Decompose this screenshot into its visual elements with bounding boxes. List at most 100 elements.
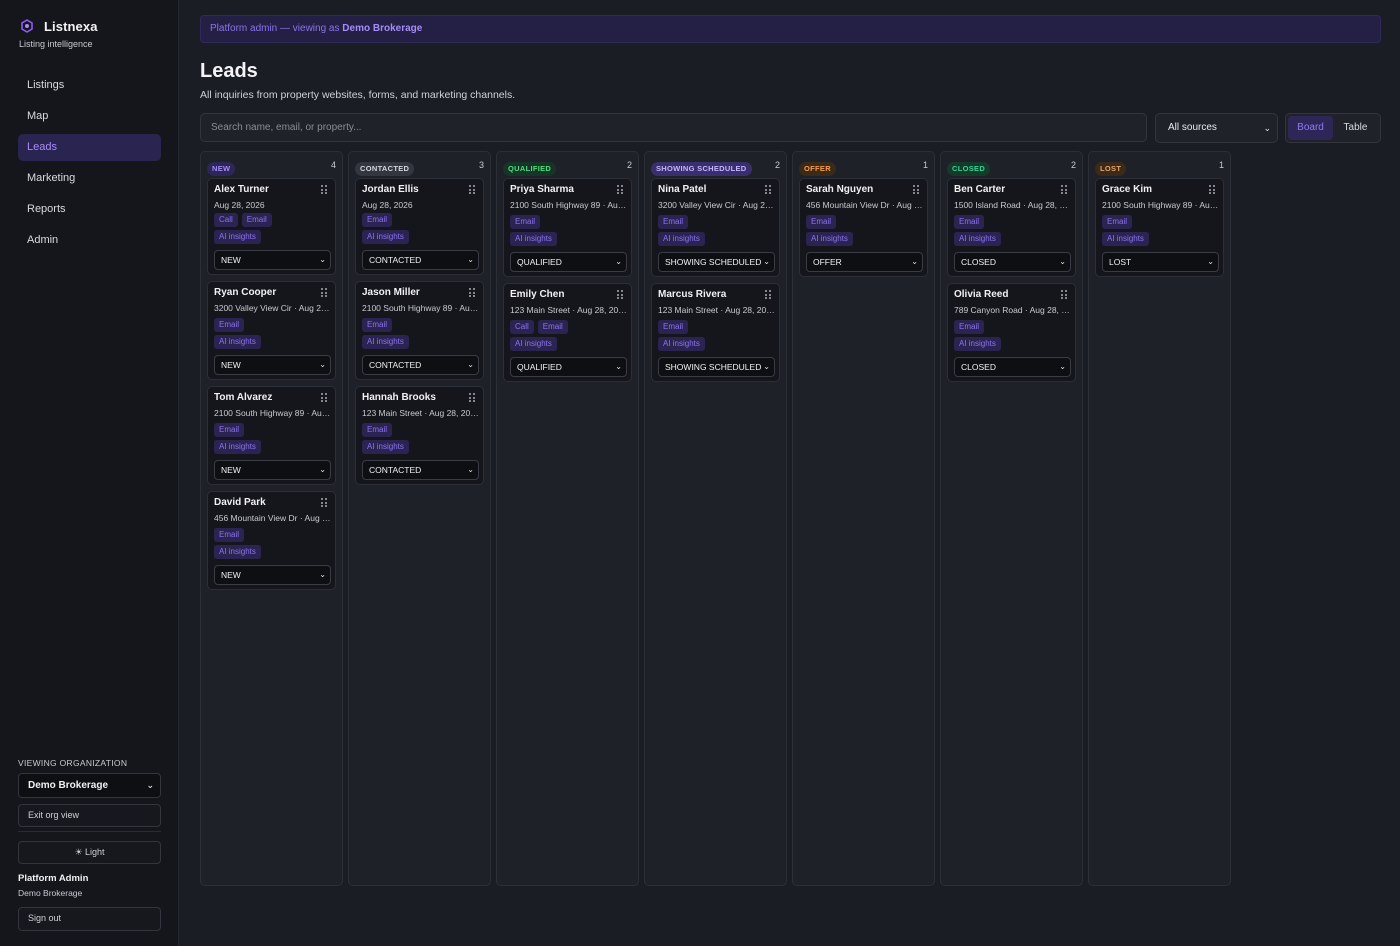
channel-tags: Email	[362, 213, 393, 227]
table-view-button[interactable]: Table	[1333, 116, 1378, 140]
drag-handle-icon[interactable]	[321, 288, 327, 297]
theme-toggle-button[interactable]: ☀ Light	[18, 841, 161, 864]
insight-tags: AI insights	[362, 230, 409, 244]
sign-out-button[interactable]: Sign out	[18, 907, 161, 931]
chevron-down-icon: ⌄	[615, 257, 622, 266]
ai-insights-tag[interactable]: AI insights	[362, 440, 409, 454]
lead-card[interactable]: Priya Sharma 2100 South Highway 89 · Aug …	[503, 178, 632, 277]
lead-card[interactable]: Ryan Cooper 3200 Valley View Cir · Aug 28…	[207, 281, 336, 380]
drag-handle-icon[interactable]	[617, 290, 623, 299]
stage-select[interactable]: LOST ⌄	[1102, 252, 1219, 272]
page-subtitle: All inquiries from property websites, fo…	[200, 89, 516, 101]
lead-meta: 123 Main Street · Aug 28, 2026	[658, 305, 775, 315]
drag-handle-icon[interactable]	[469, 288, 475, 297]
chevron-down-icon: ⌄	[615, 362, 622, 371]
ai-insights-tag[interactable]: AI insights	[214, 440, 261, 454]
drag-handle-icon[interactable]	[1061, 185, 1067, 194]
lead-card[interactable]: Emily Chen 123 Main Street · Aug 28, 2026…	[503, 283, 632, 382]
source-filter-select[interactable]: All sources ⌄	[1155, 113, 1278, 143]
sidebar-item-leads[interactable]: Leads	[18, 134, 161, 161]
insight-tags: AI insights	[214, 335, 261, 349]
lead-card[interactable]: David Park 456 Mountain View Dr · Aug 28,…	[207, 491, 336, 590]
drag-handle-icon[interactable]	[1209, 185, 1215, 194]
channel-tags: Email	[658, 215, 689, 229]
stage-select[interactable]: NEW ⌄	[214, 460, 331, 480]
channel-tag-email: Email	[214, 528, 245, 542]
stage-select[interactable]: SHOWING SCHEDULED ⌄	[658, 252, 775, 272]
ai-insights-tag[interactable]: AI insights	[214, 230, 261, 244]
org-select[interactable]: Demo Brokerage ⌄	[18, 773, 161, 798]
ai-insights-tag[interactable]: AI insights	[658, 232, 705, 246]
ai-insights-tag[interactable]: AI insights	[806, 232, 853, 246]
stage-select[interactable]: NEW ⌄	[214, 250, 331, 270]
stage-select-value: CONTACTED	[369, 360, 422, 370]
ai-insights-tag[interactable]: AI insights	[954, 232, 1001, 246]
stage-select[interactable]: CLOSED ⌄	[954, 252, 1071, 272]
sidebar-item-map[interactable]: Map	[18, 103, 161, 130]
sidebar-item-reports[interactable]: Reports	[18, 196, 161, 223]
lead-card[interactable]: Ben Carter 1500 Island Road · Aug 28, 202…	[947, 178, 1076, 277]
stage-select[interactable]: SHOWING SCHEDULED ⌄	[658, 357, 775, 377]
sidebar-item-admin[interactable]: Admin	[18, 227, 161, 254]
stage-select[interactable]: OFFER ⌄	[806, 252, 923, 272]
column-title: CONTACTED	[355, 162, 415, 176]
chevron-down-icon: ⌄	[319, 255, 326, 264]
drag-handle-icon[interactable]	[1061, 290, 1067, 299]
stage-select[interactable]: NEW ⌄	[214, 565, 331, 585]
lead-meta: 1500 Island Road · Aug 28, 2026	[954, 200, 1071, 210]
lead-card[interactable]: Alex Turner Aug 28, 2026 Call Email AI insig…	[207, 178, 336, 275]
lead-card[interactable]: Olivia Reed 789 Canyon Road · Aug 28, 202…	[947, 283, 1076, 382]
search-input[interactable]	[200, 113, 1147, 142]
ai-insights-tag[interactable]: AI insights	[362, 335, 409, 349]
stage-select[interactable]: QUALIFIED ⌄	[510, 252, 627, 272]
stage-select[interactable]: CLOSED ⌄	[954, 357, 1071, 377]
lead-card[interactable]: Hannah Brooks 123 Main Street · Aug 28, 2…	[355, 386, 484, 485]
ai-insights-tag[interactable]: AI insights	[658, 337, 705, 351]
ai-insights-tag[interactable]: AI insights	[510, 232, 557, 246]
lead-name: Olivia Reed	[954, 289, 1009, 300]
lead-meta: 456 Mountain View Dr · Aug 28, 2026	[214, 513, 331, 523]
exit-org-view-button[interactable]: Exit org view	[18, 804, 161, 827]
drag-handle-icon[interactable]	[617, 185, 623, 194]
board-view-button[interactable]: Board	[1288, 116, 1333, 140]
stage-select[interactable]: QUALIFIED ⌄	[510, 357, 627, 377]
stage-select[interactable]: CONTACTED ⌄	[362, 250, 479, 270]
chevron-down-icon: ⌄	[319, 465, 326, 474]
channel-tag-email: Email	[658, 215, 689, 229]
column-title: CLOSED	[947, 162, 991, 176]
ai-insights-tag[interactable]: AI insights	[362, 230, 409, 244]
lead-card[interactable]: Jordan Ellis Aug 28, 2026 Email AI insights…	[355, 178, 484, 275]
lead-card[interactable]: Jason Miller 2100 South Highway 89 · Aug …	[355, 281, 484, 380]
chevron-down-icon: ⌄	[763, 362, 770, 371]
ai-insights-tag[interactable]: AI insights	[214, 335, 261, 349]
lead-meta: 3200 Valley View Cir · Aug 28, 2026	[658, 200, 775, 210]
lead-meta: 2100 South Highway 89 · Aug 28, 2026	[1102, 200, 1219, 210]
lead-card[interactable]: Marcus Rivera 123 Main Street · Aug 28, 2…	[651, 283, 780, 382]
drag-handle-icon[interactable]	[321, 185, 327, 194]
brand[interactable]: Listnexa	[18, 17, 98, 35]
lead-card[interactable]: Nina Patel 3200 Valley View Cir · Aug 28,…	[651, 178, 780, 277]
stage-select[interactable]: NEW ⌄	[214, 355, 331, 375]
drag-handle-icon[interactable]	[469, 393, 475, 402]
channel-tag-call: Call	[214, 213, 238, 227]
drag-handle-icon[interactable]	[765, 185, 771, 194]
stage-select[interactable]: CONTACTED ⌄	[362, 460, 479, 480]
sidebar-item-marketing[interactable]: Marketing	[18, 165, 161, 192]
lead-card[interactable]: Sarah Nguyen 456 Mountain View Dr · Aug 2…	[799, 178, 928, 277]
lead-card[interactable]: Tom Alvarez 2100 South Highway 89 · Aug 2…	[207, 386, 336, 485]
ai-insights-tag[interactable]: AI insights	[510, 337, 557, 351]
drag-handle-icon[interactable]	[321, 393, 327, 402]
drag-handle-icon[interactable]	[765, 290, 771, 299]
stage-select[interactable]: CONTACTED ⌄	[362, 355, 479, 375]
ai-insights-tag[interactable]: AI insights	[214, 545, 261, 559]
column-count: 2	[774, 160, 780, 170]
lead-card[interactable]: Grace Kim 2100 South Highway 89 · Aug 28,…	[1095, 178, 1224, 277]
sidebar-item-listings[interactable]: Listings	[18, 72, 161, 99]
chevron-down-icon: ⌄	[467, 465, 474, 474]
drag-handle-icon[interactable]	[321, 498, 327, 507]
lead-name: Jason Miller	[362, 287, 420, 298]
ai-insights-tag[interactable]: AI insights	[1102, 232, 1149, 246]
ai-insights-tag[interactable]: AI insights	[954, 337, 1001, 351]
drag-handle-icon[interactable]	[469, 185, 475, 194]
drag-handle-icon[interactable]	[913, 185, 919, 194]
